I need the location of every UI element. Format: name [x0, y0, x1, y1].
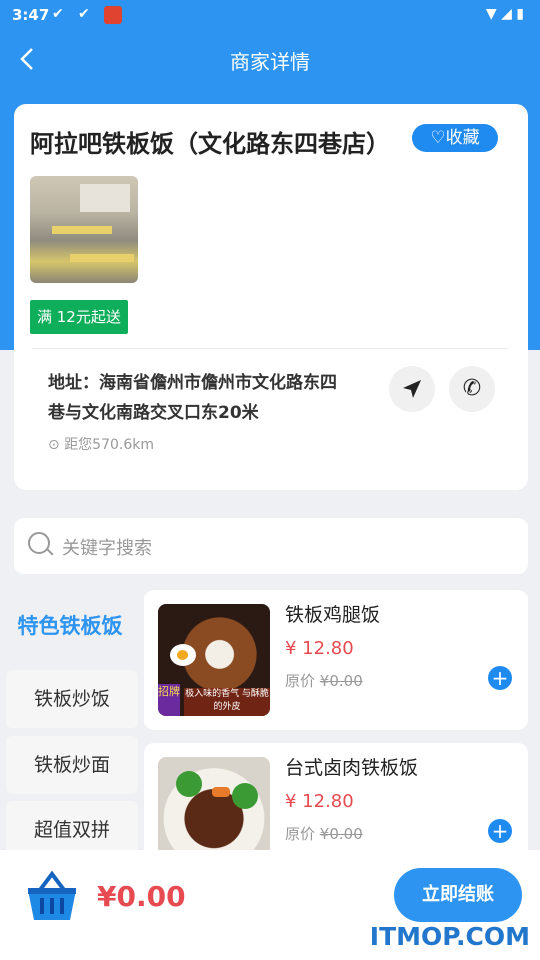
location-pin-icon: ⊙ — [48, 437, 60, 453]
item-banner-right: 极入味的香气 与酥脆的外皮 — [184, 688, 270, 716]
cart-bar: ¥0.00 立即结账 ITMOP.COM — [0, 850, 540, 960]
download-done-icon: ✔ — [78, 6, 90, 22]
category-item-active[interactable]: 特色铁板饭 — [0, 596, 140, 656]
plus-icon: + — [491, 666, 509, 690]
divider — [32, 348, 508, 349]
shop-name: 阿拉吧铁板饭（文化路东四巷店） — [30, 130, 390, 158]
orig-value: ¥0.00 — [319, 672, 363, 690]
nav-bar: 商家详情 — [0, 32, 540, 88]
navigate-icon — [403, 380, 421, 398]
photo-window — [80, 184, 130, 212]
broccoli-shape — [176, 771, 202, 797]
plus-icon: + — [491, 819, 509, 843]
orig-label: 原价 — [285, 825, 316, 843]
item-photo: 招牌 极入味的香气 与酥脆的外皮 — [158, 604, 270, 716]
cart-total: ¥0.00 — [97, 880, 186, 913]
item-original-price: 原价 ¥0.00 — [285, 823, 363, 844]
navigate-button[interactable] — [389, 366, 435, 412]
distance-text: 距您570.6km — [64, 437, 155, 453]
phone-icon: ✆ — [462, 376, 482, 401]
egg-shape — [170, 644, 196, 666]
item-original-price: 原价 ¥0.00 — [285, 670, 363, 691]
category-list: 特色铁板饭 铁板炒饭 铁板炒面 超值双拼 — [0, 590, 140, 859]
menu-item[interactable]: 招牌 极入味的香气 与酥脆的外皮 铁板鸡腿饭 ¥ 12.80 原价 ¥0.00 … — [144, 590, 528, 730]
photo-table — [70, 254, 134, 262]
watermark-logo: ITMOP.COM — [369, 922, 530, 951]
favorite-button[interactable]: ♡收藏 — [412, 124, 498, 152]
orig-label: 原价 — [285, 672, 316, 690]
search-icon — [28, 532, 50, 554]
carrot-shape — [212, 787, 230, 797]
page-title: 商家详情 — [230, 50, 310, 74]
status-bar: 3:47 ✔ ✔ ▼ ◢ ▮ — [0, 0, 540, 32]
photo-table — [52, 226, 112, 234]
item-name: 台式卤肉铁板饭 — [285, 757, 419, 779]
item-price: ¥ 12.80 — [285, 638, 354, 659]
search-input[interactable]: 关键字搜索 — [62, 534, 152, 560]
shop-address: 地址：海南省儋州市儋州市文化路东四巷与文化南路交叉口东20米 — [48, 373, 337, 423]
search-bar[interactable]: 关键字搜索 — [14, 518, 528, 574]
basket-icon[interactable] — [26, 870, 78, 922]
item-name: 铁板鸡腿饭 — [285, 604, 381, 626]
item-price: ¥ 12.80 — [285, 791, 354, 812]
add-to-cart-button[interactable]: + — [488, 666, 512, 690]
broccoli-shape — [232, 783, 258, 809]
checkout-button[interactable]: 立即结账 — [394, 868, 522, 922]
shop-info-card: 阿拉吧铁板饭（文化路东四巷店） ♡收藏 满 12元起送 地址：海南省儋州市儋州市… — [14, 104, 528, 490]
min-order-badge: 满 12元起送 — [30, 300, 128, 334]
download-done-icon: ✔ — [52, 6, 64, 22]
add-to-cart-button[interactable]: + — [488, 819, 512, 843]
call-button[interactable]: ✆ — [449, 366, 495, 412]
category-item[interactable]: 铁板炒饭 — [6, 670, 138, 728]
app-notification-icon — [104, 6, 122, 24]
shop-photo[interactable] — [30, 176, 138, 283]
system-indicators-icon: ▼ ◢ ▮ — [485, 6, 524, 22]
orig-value: ¥0.00 — [319, 825, 363, 843]
item-banner-left: 招牌 — [158, 684, 180, 716]
status-time: 3:47 — [12, 6, 50, 24]
distance-row: ⊙ 距您570.6km — [48, 434, 154, 454]
category-item[interactable]: 铁板炒面 — [6, 736, 138, 794]
